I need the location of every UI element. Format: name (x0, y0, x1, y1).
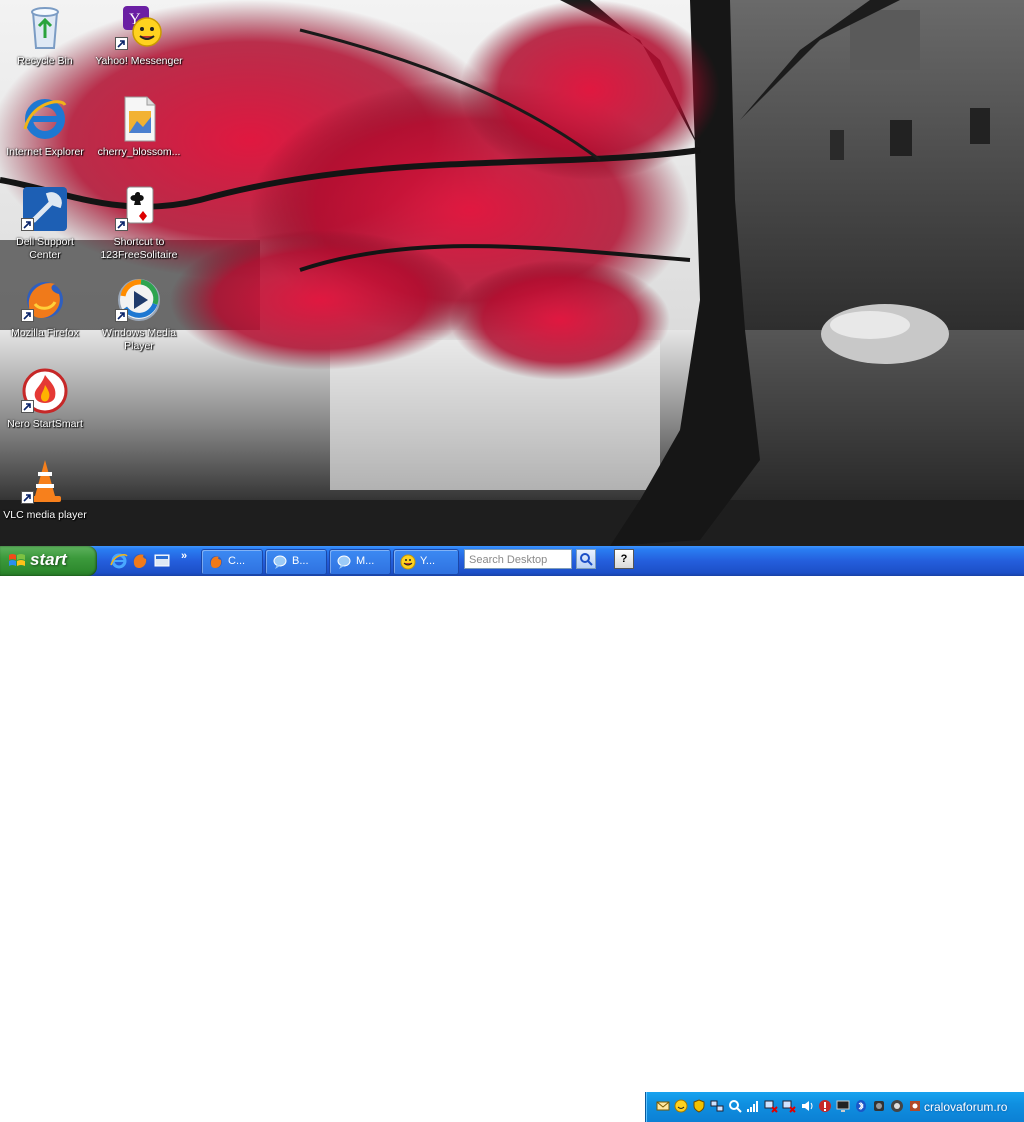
shield-icon[interactable] (692, 1099, 706, 1113)
help-button[interactable]: ? (614, 549, 634, 569)
desktop-icon-media-player[interactable]: Windows Media Player (94, 276, 184, 353)
desktop-icon-label: Dell Support Center (0, 236, 90, 262)
warning-icon[interactable] (818, 1099, 832, 1113)
shortcut-arrow-icon (21, 309, 34, 322)
desktop-icon-cherry-blossom[interactable]: cherry_blossom... (94, 95, 184, 159)
desktop-icon-nero[interactable]: Nero StartSmart (0, 367, 90, 431)
network-icon[interactable] (710, 1099, 724, 1113)
desktop-wallpaper (0, 0, 1024, 546)
task-button-messenger-2[interactable]: M... (329, 549, 391, 575)
yahoo-icon[interactable] (674, 1099, 688, 1113)
messenger-icon (272, 554, 288, 570)
search-icon (580, 553, 593, 566)
desktop-icon-label: cherry_blossom... (97, 146, 181, 158)
shortcut-arrow-icon (21, 400, 34, 413)
task-button-label: C... (228, 555, 246, 567)
desktop-icon-solitaire[interactable]: Shortcut to 123FreeSolitaire (94, 185, 184, 262)
task-button-label: M... (356, 555, 375, 567)
yahoo-messenger-icon (400, 554, 416, 570)
desktop-icon-dell-support[interactable]: Dell Support Center (0, 185, 90, 262)
desktop-icon-label: VLC media player (3, 509, 87, 521)
start-button[interactable]: start (0, 546, 97, 576)
desktop-icon-label: Shortcut to 123FreeSolitaire (94, 236, 184, 262)
task-button-messenger-1[interactable]: B... (265, 549, 327, 575)
network-disconnected-icon[interactable] (782, 1099, 796, 1113)
quicklaunch-overflow-button[interactable]: » (181, 550, 187, 562)
task-button-firefox[interactable]: C... (201, 549, 263, 575)
desktop-icon-firefox[interactable]: Mozilla Firefox (0, 276, 90, 340)
image-file-icon (115, 95, 163, 143)
windows-flag-icon (8, 553, 26, 569)
label-line-1: Dell Support (16, 236, 74, 248)
label-line-1: Windows Media (101, 327, 177, 339)
label-line-2: Player (124, 340, 154, 352)
firefox-icon (21, 276, 69, 324)
solitaire-icon (115, 185, 163, 233)
vlc-icon (21, 458, 69, 506)
display-icon[interactable] (836, 1099, 850, 1113)
recycle-bin-icon (21, 4, 69, 52)
quicklaunch-show-desktop-icon[interactable] (153, 552, 171, 570)
label-line-2: Center (29, 249, 61, 261)
shortcut-arrow-icon (115, 37, 128, 50)
audio-manager-icon[interactable] (890, 1099, 904, 1113)
desktop-icon-label: Mozilla Firefox (11, 327, 79, 339)
desktop-icon-label: Internet Explorer (6, 146, 84, 158)
bluetooth-icon[interactable] (854, 1099, 868, 1113)
desktop-icon-label: Yahoo! Messenger (95, 55, 183, 67)
media-player-icon (115, 276, 163, 324)
task-button-label: B... (292, 555, 309, 567)
dell-support-icon (21, 185, 69, 233)
desktop-icon-label: Recycle Bin (17, 55, 73, 67)
task-button-label: Y... (420, 555, 436, 567)
network-disconnected-icon[interactable] (764, 1099, 778, 1113)
search-go-button[interactable] (576, 549, 596, 569)
shortcut-arrow-icon (21, 218, 34, 231)
task-button-yahoo-messenger[interactable]: Y... (393, 549, 459, 575)
firefox-icon (208, 554, 224, 570)
label-line-1: Shortcut to (113, 236, 165, 248)
volume-icon[interactable] (800, 1099, 814, 1113)
search-icon[interactable] (728, 1099, 742, 1113)
shortcut-arrow-icon (115, 309, 128, 322)
desktop-icon-label: Windows Media Player (94, 327, 184, 353)
messenger-icon (336, 554, 352, 570)
mail-icon[interactable] (656, 1099, 670, 1113)
internet-explorer-icon (21, 95, 69, 143)
search-desktop-input[interactable]: Search Desktop (464, 549, 572, 569)
signal-icon[interactable] (746, 1099, 760, 1113)
desktop-icon-label: Nero StartSmart (7, 418, 83, 430)
quicklaunch-internet-explorer-icon[interactable] (110, 552, 128, 570)
watermark: cralovaforum.ro (924, 1100, 1008, 1114)
desktop-icon-recycle-bin[interactable]: Recycle Bin (0, 4, 90, 68)
nero-icon (21, 367, 69, 415)
shortcut-arrow-icon (115, 218, 128, 231)
speaker-icon[interactable] (872, 1099, 886, 1113)
utility-icon[interactable] (908, 1099, 922, 1113)
desktop-icon-yahoo-messenger[interactable]: Y Yahoo! Messenger (94, 4, 184, 68)
quicklaunch-firefox-icon[interactable] (131, 552, 149, 570)
shortcut-arrow-icon (21, 491, 34, 504)
desktop-icon-vlc[interactable]: VLC media player (0, 458, 90, 522)
yahoo-messenger-icon: Y (115, 4, 163, 52)
label-line-2: 123FreeSolitaire (100, 249, 178, 261)
desktop-icon-internet-explorer[interactable]: Internet Explorer (0, 95, 90, 159)
start-label: start (30, 550, 67, 569)
